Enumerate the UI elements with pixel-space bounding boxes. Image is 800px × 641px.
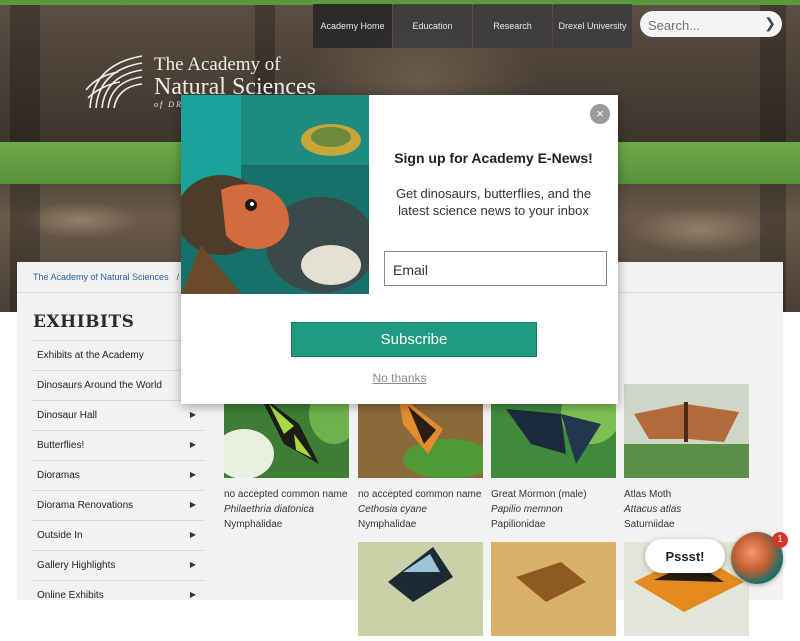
butterfly-card[interactable]: no accepted common name Cethosia cyane N… (358, 384, 493, 530)
caret-right-icon: ▶ (189, 560, 196, 569)
butterfly-card[interactable] (358, 542, 483, 641)
email-field[interactable] (385, 252, 595, 287)
sidebar-item-label: Diorama Renovations (37, 500, 134, 511)
search-input[interactable] (646, 15, 762, 35)
sidebar-item-label: Online Exhibits (37, 590, 104, 601)
nav-education[interactable]: Education (393, 4, 472, 48)
sidebar-item-gallery-highlights[interactable]: Gallery Highlights ▶ (32, 550, 204, 580)
common-name: no accepted common name (358, 489, 482, 500)
family-name: Papilionidae (491, 519, 546, 530)
sidebar-item-label: Dinosaur Hall (37, 410, 98, 421)
sidebar-item-exhibits-at-academy[interactable]: Exhibits at the Academy (32, 340, 204, 370)
common-name: no accepted common name (224, 489, 348, 500)
breadcrumb-separator: / (176, 272, 180, 282)
sidebar-item-label: Outside In (37, 530, 83, 541)
sidebar-item-dioramas[interactable]: Dioramas ▶ (32, 460, 204, 490)
sidebar-item-label: Dinosaurs Around the World (37, 380, 162, 391)
butterfly-photo (358, 542, 483, 636)
caret-right-icon: ▶ (189, 470, 196, 479)
logo-line-1: The Academy of (154, 54, 281, 75)
sidebar-item-outside-in[interactable]: Outside In ▶ (32, 520, 204, 550)
no-thanks-link[interactable]: No thanks (181, 371, 618, 385)
caret-right-icon: ▶ (189, 410, 196, 419)
search-box: ❯ (640, 11, 782, 37)
search-submit-chevron-icon[interactable]: ❯ (764, 15, 776, 32)
sidebar-menu: Exhibits at the Academy Dinosaurs Around… (32, 340, 204, 610)
caret-right-icon: ▶ (189, 530, 196, 539)
common-name: Great Mormon (male) (491, 489, 587, 500)
scientific-name: Philaethria diatonica (224, 504, 315, 515)
breadcrumb-home-link[interactable]: The Academy of Natural Sciences (33, 272, 169, 282)
scientific-name: Attacus atlas (624, 504, 682, 515)
modal-title: Sign up for Academy E-News! (394, 150, 593, 166)
sidebar-item-label: Gallery Highlights (37, 560, 116, 571)
sidebar-item-diorama-renovations[interactable]: Diorama Renovations ▶ (32, 490, 204, 520)
scientific-name: Papilio memnon (491, 504, 563, 515)
butterfly-card[interactable]: Atlas Moth Attacus atlas Saturniidae (624, 384, 749, 530)
scientific-name: Cethosia cyane (358, 504, 427, 515)
family-name: Nymphalidae (358, 519, 417, 530)
sidebar-item-dinosaurs-around-world[interactable]: Dinosaurs Around the World (32, 370, 204, 400)
family-name: Saturniidae (624, 519, 675, 530)
caret-right-icon: ▶ (189, 440, 196, 449)
nav-research[interactable]: Research (473, 4, 552, 48)
nav-academy-home[interactable]: Academy Home (313, 4, 392, 48)
nav-drexel-university[interactable]: Drexel University (553, 4, 632, 48)
academy-logo-icon (85, 55, 143, 109)
chat-notification-badge: 1 (772, 532, 788, 548)
sidebar-item-butterflies[interactable]: Butterflies! ▶ (32, 430, 204, 460)
newsletter-modal: × Sign up for Academy E-News! Get dinosa… (181, 95, 618, 404)
chat-prompt-bubble[interactable]: Pssst! (645, 539, 725, 573)
sidebar-title: EXHIBITS (33, 312, 135, 332)
butterfly-card[interactable]: Great Mormon (male) Papilio memnon Papil… (491, 384, 621, 530)
sidebar-item-label: Exhibits at the Academy (37, 350, 144, 361)
family-name: Nymphalidae (224, 519, 283, 530)
butterfly-photo (624, 384, 749, 478)
modal-subtitle: Get dinosaurs, butterflies, and the late… (395, 186, 592, 218)
close-icon[interactable]: × (590, 104, 610, 124)
sidebar-item-online-exhibits[interactable]: Online Exhibits ▶ (32, 580, 204, 610)
email-field-wrapper (384, 251, 607, 287)
butterfly-photo (491, 542, 616, 636)
caret-right-icon: ▶ (189, 500, 196, 509)
sidebar-item-label: Butterflies! (37, 440, 85, 451)
sidebar-item-label: Dioramas (37, 470, 80, 481)
top-nav: Academy Home Education Research Drexel U… (313, 4, 633, 48)
butterfly-card[interactable] (491, 542, 616, 641)
breadcrumb: The Academy of Natural Sciences / (33, 272, 179, 282)
sidebar-item-dinosaur-hall[interactable]: Dinosaur Hall ▶ (32, 400, 204, 430)
butterfly-card[interactable]: no accepted common name Philaethria diat… (214, 384, 359, 530)
turtle-photo (181, 95, 369, 294)
common-name: Atlas Moth (624, 489, 672, 500)
subscribe-button[interactable]: Subscribe (291, 322, 537, 357)
caret-right-icon: ▶ (189, 590, 196, 599)
